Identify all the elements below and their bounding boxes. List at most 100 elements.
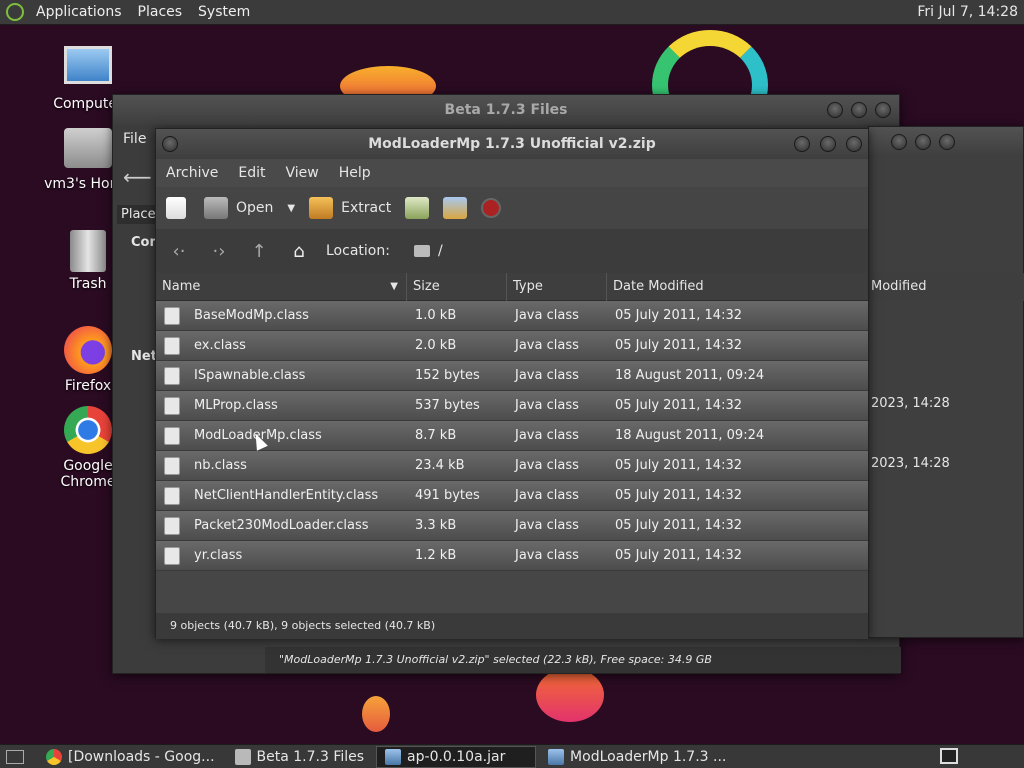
java-class-file-icon [164, 306, 180, 325]
back-icon[interactable]: ‹· [166, 241, 192, 262]
file-size-cell: 1.0 kB [415, 308, 457, 323]
menu-applications[interactable]: Applications [28, 4, 130, 20]
window-titlebar[interactable] [869, 127, 1023, 157]
wallpaper-pink-blob [536, 668, 604, 722]
back-arrow-icon[interactable]: ⟵ [123, 165, 152, 189]
file-row[interactable]: nb.class 23.4 kB Java class 05 July 2011, 1… [156, 451, 868, 481]
file-name-cell: ISpawnable.class [194, 368, 306, 383]
close-button[interactable] [846, 136, 862, 152]
add-files-icon[interactable] [405, 197, 430, 219]
menu-help[interactable]: Help [329, 165, 381, 181]
minimize-button[interactable] [891, 134, 907, 150]
file-name-cell: nb.class [194, 458, 247, 473]
menu-places[interactable]: Places [130, 4, 191, 20]
up-icon[interactable]: ↑ [246, 241, 272, 262]
taskbar-item[interactable]: ap-0.0.10a.jar [376, 745, 537, 768]
file-type-cell: Java class [515, 518, 579, 533]
file-size-cell: 152 bytes [415, 368, 480, 383]
column-modified-header[interactable]: Modified [869, 273, 1024, 301]
sort-arrow-icon: ▼ [390, 280, 398, 292]
file-size-cell: 8.7 kB [415, 428, 457, 443]
file-name-cell: ex.class [194, 338, 246, 353]
column-type-header[interactable]: Type [507, 272, 607, 301]
minimize-button[interactable] [794, 136, 810, 152]
distro-logo-icon[interactable] [6, 3, 24, 21]
location-bar: ‹· ·› ↑ ⌂ Location: / [156, 229, 868, 273]
close-button[interactable] [875, 102, 891, 118]
java-class-file-icon [164, 456, 180, 475]
file-date-cell: 18 August 2011, 09:24 [615, 428, 765, 443]
home-icon[interactable]: ⌂ [286, 241, 312, 262]
java-class-file-icon [164, 336, 180, 355]
taskbar-item[interactable]: [Downloads - Goog... [38, 746, 223, 768]
file-row[interactable]: Packet230ModLoader.class 3.3 kB Java class… [156, 511, 868, 541]
file-type-cell: Java class [515, 338, 579, 353]
java-class-file-icon [164, 366, 180, 385]
file-size-cell: 491 bytes [415, 488, 480, 503]
file-size-cell: 3.3 kB [415, 518, 457, 533]
file-type-cell: Java class [515, 398, 579, 413]
menu-file[interactable]: File [123, 131, 146, 147]
trash-icon [70, 230, 106, 272]
chrome-icon [64, 406, 112, 454]
forward-icon[interactable]: ·› [206, 241, 232, 262]
file-row[interactable]: yr.class 1.2 kB Java class 05 July 2011, 14… [156, 541, 868, 571]
open-dropdown-arrow-icon[interactable]: ▼ [287, 203, 295, 214]
open-icon[interactable] [204, 197, 228, 219]
menu-edit[interactable]: Edit [228, 165, 275, 181]
background-window-strip[interactable]: Modified 2023, 14:28 2023, 14:28 [868, 126, 1024, 638]
new-archive-icon[interactable] [166, 197, 186, 219]
file-type-cell: Java class [515, 458, 579, 473]
folder-icon [234, 748, 251, 765]
file-date-cell: 05 July 2011, 14:32 [615, 458, 742, 473]
taskbar-item[interactable]: Beta 1.7.3 Files [227, 746, 373, 768]
file-row[interactable]: MLProp.class 537 bytes Java class 05 July 2… [156, 391, 868, 421]
open-button[interactable]: Open [236, 200, 273, 216]
desktop-icon-label: Trash [69, 276, 107, 292]
menu-system[interactable]: System [190, 4, 258, 20]
add-folder-icon[interactable] [443, 197, 468, 219]
column-size-header[interactable]: Size [407, 272, 507, 301]
menu-archive[interactable]: Archive [156, 165, 228, 181]
location-path[interactable]: / [438, 243, 443, 259]
taskbar-item[interactable]: ModLoaderMp 1.7.3 ... [540, 746, 734, 768]
file-row[interactable]: ex.class 2.0 kB Java class 05 July 2011, 14… [156, 331, 868, 361]
window-title: ModLoaderMp 1.7.3 Unofficial v2.zip [368, 136, 656, 152]
menu-view[interactable]: View [276, 165, 329, 181]
window-titlebar[interactable]: ModLoaderMp 1.7.3 Unofficial v2.zip [156, 129, 868, 159]
java-class-file-icon [164, 396, 180, 415]
file-type-cell: Java class [515, 428, 579, 443]
maximize-button[interactable] [851, 102, 867, 118]
extract-button[interactable]: Extract [341, 200, 391, 216]
archive-icon [385, 748, 402, 765]
maximize-button[interactable] [820, 136, 836, 152]
file-row[interactable]: NetClientHandlerEntity.class 491 bytes Jav… [156, 481, 868, 511]
archive-manager-window[interactable]: ModLoaderMp 1.7.3 Unofficial v2.zip Arch… [155, 128, 869, 639]
home-folder-icon [64, 128, 112, 168]
file-type-cell: Java class [515, 488, 579, 503]
show-desktop-icon[interactable] [6, 749, 24, 764]
status-bar: 9 objects (40.7 kB), 9 objects selected … [156, 613, 868, 639]
workspace-switcher-icon[interactable] [940, 748, 958, 764]
file-date-cell: 05 July 2011, 14:32 [615, 308, 742, 323]
file-row[interactable]: ISpawnable.class 152 bytes Java class 18 Au… [156, 361, 868, 391]
java-class-file-icon [164, 546, 180, 565]
minimize-button[interactable] [827, 102, 843, 118]
file-type-cell: Java class [515, 368, 579, 383]
firefox-icon [64, 326, 112, 374]
desktop-icon-label: Firefox [64, 378, 112, 394]
maximize-button[interactable] [915, 134, 931, 150]
column-date-header[interactable]: Date Modified [607, 273, 868, 301]
extract-icon[interactable] [309, 197, 334, 219]
archive-icon [548, 748, 565, 765]
file-date-cell: 05 July 2011, 14:32 [615, 518, 742, 533]
panel-clock[interactable]: Fri Jul 7, 14:28 [917, 4, 1018, 20]
window-titlebar[interactable]: Beta 1.7.3 Files [113, 95, 899, 125]
stop-icon[interactable] [481, 198, 502, 218]
file-date-cell: 05 July 2011, 14:32 [615, 338, 742, 353]
file-row[interactable]: BaseModMp.class 1.0 kB Java class 05 July 2… [156, 301, 868, 331]
file-date-cell: 05 July 2011, 14:32 [615, 488, 742, 503]
close-button[interactable] [939, 134, 955, 150]
column-name-header[interactable]: Name ▼ [156, 272, 407, 301]
window-menu-button[interactable] [162, 136, 178, 152]
